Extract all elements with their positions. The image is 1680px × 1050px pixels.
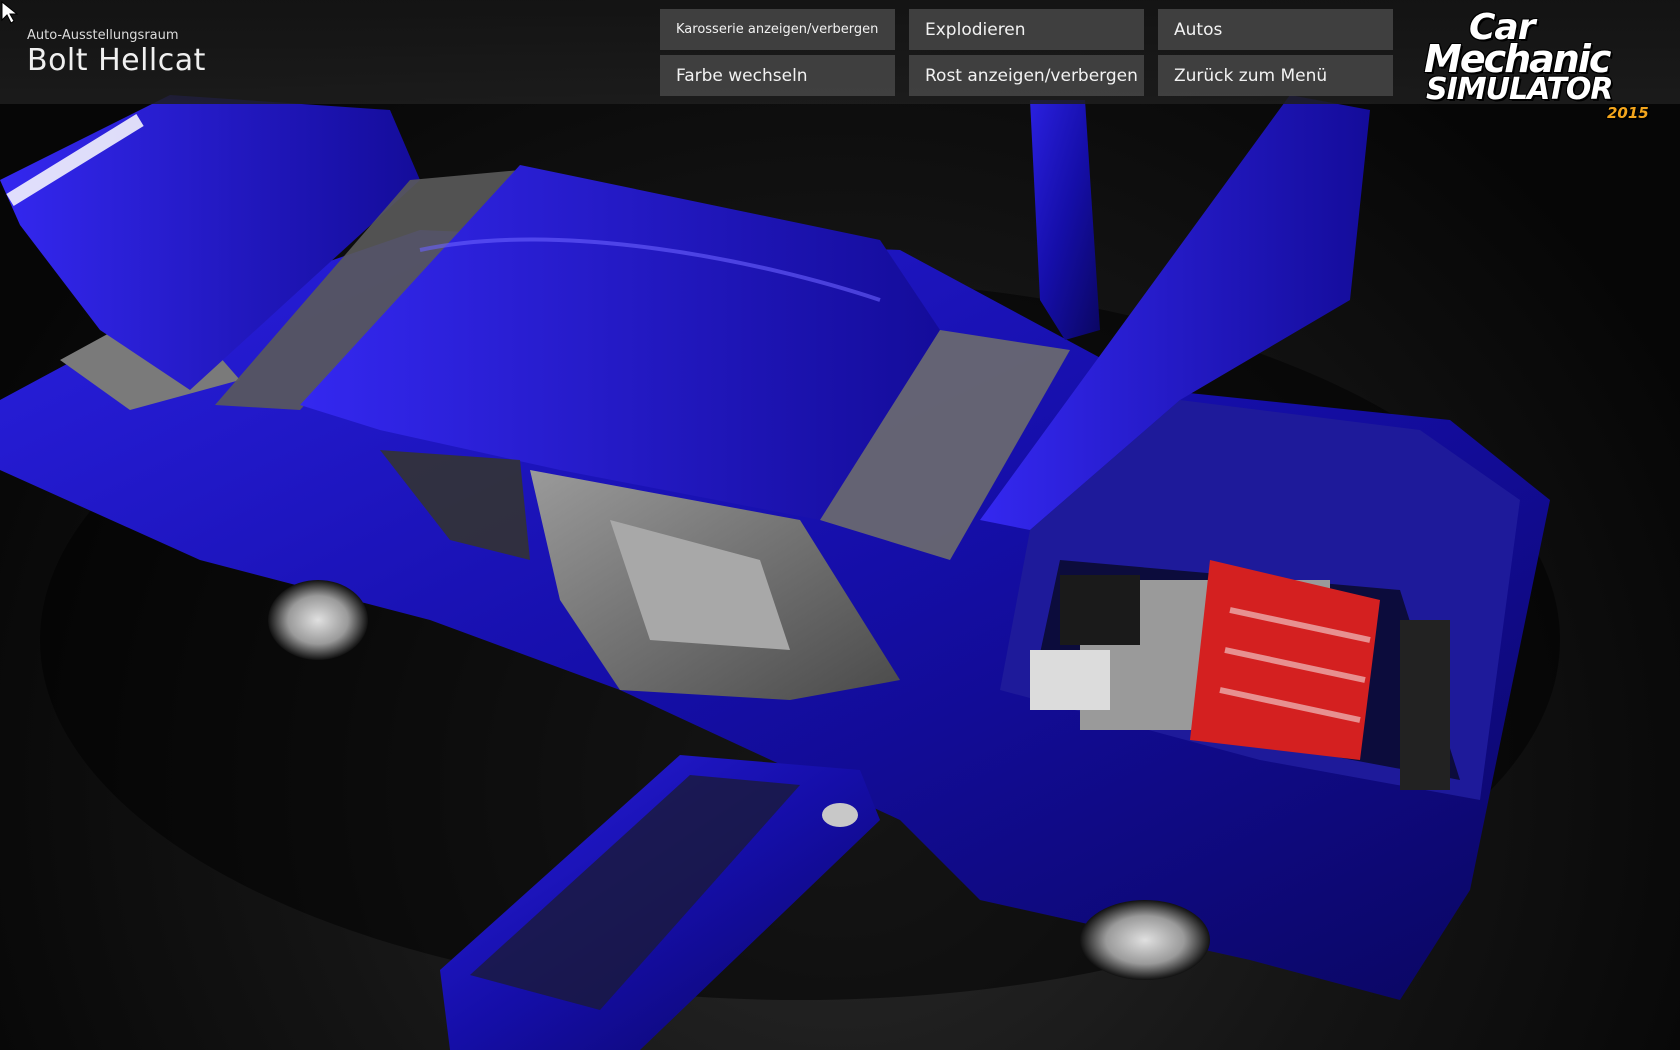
menu-grid: Karosserie anzeigen/verbergen Explodiere… bbox=[660, 9, 1393, 96]
battery bbox=[1030, 650, 1110, 710]
car-name-label: Bolt Hellcat bbox=[27, 43, 206, 78]
change-color-button[interactable]: Farbe wechseln bbox=[660, 55, 895, 96]
toggle-rust-button[interactable]: Rost anzeigen/verbergen bbox=[909, 55, 1144, 96]
front-wheel bbox=[1080, 900, 1210, 980]
logo-year: 2015 bbox=[1607, 104, 1649, 122]
air-filter bbox=[1060, 575, 1140, 645]
radiator bbox=[1400, 620, 1450, 790]
explode-button[interactable]: Explodieren bbox=[909, 9, 1144, 50]
mouse-cursor-icon bbox=[1, 0, 19, 24]
rear-wheel bbox=[268, 580, 368, 660]
cars-button[interactable]: Autos bbox=[1158, 9, 1393, 50]
car-model[interactable] bbox=[0, 0, 1680, 1050]
game-logo: Car Mechanic SIMULATOR 2015 bbox=[1424, 10, 1656, 125]
back-to-menu-button[interactable]: Zurück zum Menü bbox=[1158, 55, 1393, 96]
showroom-subtitle: Auto-Ausstellungsraum bbox=[27, 28, 179, 43]
logo-line-simulator: SIMULATOR bbox=[1426, 72, 1614, 107]
showroom-scene[interactable] bbox=[0, 0, 1680, 1050]
showroom-title: Auto-Ausstellungsraum Bolt Hellcat bbox=[27, 28, 206, 78]
door-handle bbox=[822, 803, 858, 827]
toggle-body-button[interactable]: Karosserie anzeigen/verbergen bbox=[660, 9, 895, 50]
